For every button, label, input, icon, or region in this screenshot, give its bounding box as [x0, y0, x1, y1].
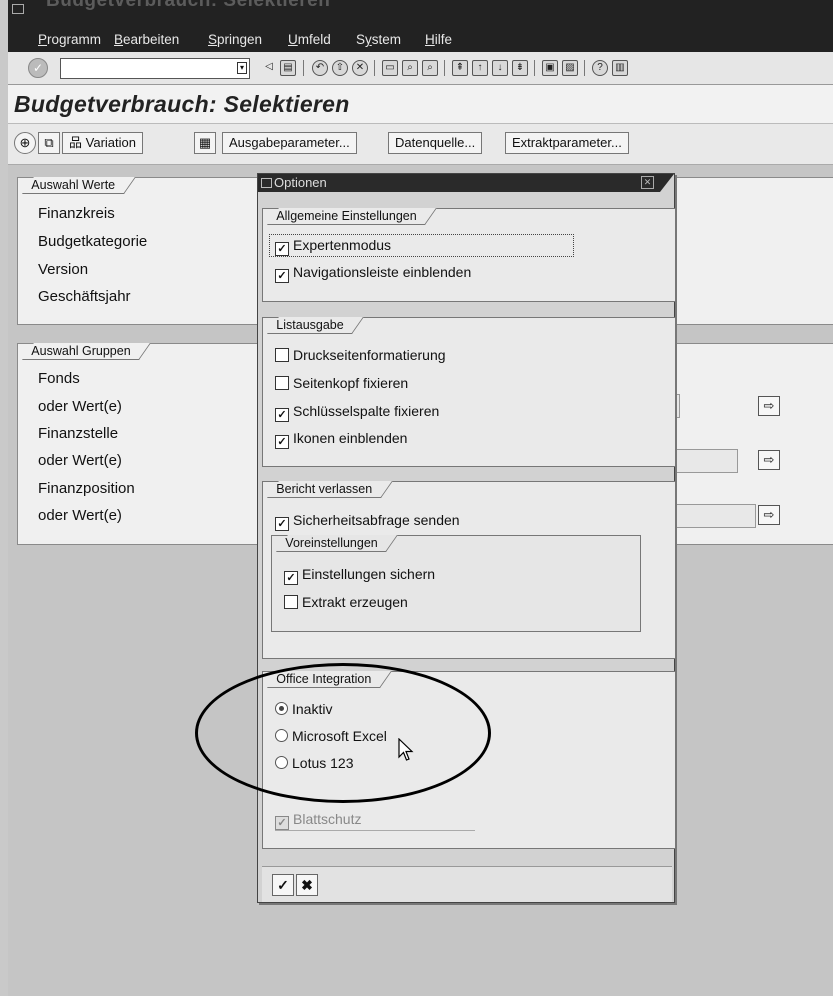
- menu-system[interactable]: System: [356, 32, 401, 47]
- datenquelle-button[interactable]: Datenquelle...: [388, 132, 483, 154]
- toolbar-separator: [534, 60, 535, 76]
- multiple-selection-arrow-icon[interactable]: ⇨: [758, 396, 780, 416]
- hierarchy-icon: 品: [69, 135, 83, 150]
- menu-programm[interactable]: Programm: [38, 32, 101, 47]
- listausgabe-group: Listausgabe Druckseitenformatierung Seit…: [262, 317, 676, 467]
- first-page-icon[interactable]: ⇞: [452, 60, 468, 76]
- fonds-wert-label: oder Wert(e): [38, 398, 122, 415]
- finanzstelle-label: Finanzstelle: [38, 425, 119, 442]
- save-icon[interactable]: ▤: [280, 60, 296, 76]
- checkbox-checked-icon: ✓: [275, 816, 289, 830]
- group-title: Auswahl Gruppen: [22, 343, 152, 360]
- print-icon[interactable]: ▭: [382, 60, 398, 76]
- command-history-icon[interactable]: ▾: [237, 62, 247, 74]
- finanzstelle-wert-label: oder Wert(e): [38, 452, 122, 469]
- einstellungen-sichern-checkbox[interactable]: ✓ Einstellungen sichern: [284, 566, 435, 585]
- checkbox-checked-icon: ✓: [284, 571, 298, 585]
- menu-bar: Programm Bearbeiten Springen Umfeld Syst…: [8, 27, 833, 52]
- new-session-icon[interactable]: ▣: [542, 60, 558, 76]
- dialog-titlebar: Optionen ✕: [258, 174, 674, 192]
- command-field[interactable]: ▾: [60, 58, 250, 79]
- standard-toolbar: ✓ ▾ ◁ ▤ ↶ ⇧ ✕ ▭ ⌕ ⌕ ⇞ ↑ ↓ ⇟ ▣ ▨ ? ▥: [8, 52, 833, 85]
- blattschutz-checkbox: ✓ Blattschutz: [275, 811, 475, 831]
- extraktparameter-button[interactable]: Extraktparameter...: [505, 132, 629, 154]
- toolbar-separator: [374, 60, 375, 76]
- last-page-icon[interactable]: ⇟: [512, 60, 528, 76]
- geschaeftsjahr-label: Geschäftsjahr: [38, 288, 131, 305]
- finanzposition-wert-label: oder Wert(e): [38, 507, 122, 524]
- multiple-selection-arrow-icon[interactable]: ⇨: [758, 450, 780, 470]
- exit-icon[interactable]: ⇧: [332, 60, 348, 76]
- cancel-x-icon[interactable]: ✖: [296, 874, 318, 896]
- voreinstellungen-group: Voreinstellungen ✓ Einstellungen sichern …: [271, 535, 641, 632]
- find-icon[interactable]: ⌕: [402, 60, 418, 76]
- allgemeine-einstellungen-group: Allgemeine Einstellungen ✓ Expertenmodus …: [262, 208, 676, 302]
- close-icon[interactable]: ✕: [641, 176, 654, 189]
- confirm-check-icon[interactable]: ✓: [272, 874, 294, 896]
- layout-menu-icon[interactable]: ▥: [612, 60, 628, 76]
- calculator-icon[interactable]: ▦: [194, 132, 216, 154]
- ikonen-einblenden-checkbox[interactable]: ✓ Ikonen einblenden: [275, 430, 407, 449]
- checkbox-checked-icon: ✓: [275, 435, 289, 449]
- find-next-icon[interactable]: ⌕: [422, 60, 438, 76]
- mouse-cursor-icon: [398, 738, 414, 761]
- title-area: Budgetverbrauch: Selektieren: [8, 85, 833, 124]
- finanzposition-wert-field[interactable]: [668, 504, 756, 528]
- enter-icon[interactable]: ✓: [28, 58, 48, 78]
- dialog-footer: ✓ ✖: [262, 866, 672, 902]
- toolbar-separator: [584, 60, 585, 76]
- multiple-selection-arrow-icon[interactable]: ⇨: [758, 505, 780, 525]
- sicherheitsabfrage-checkbox[interactable]: ✓ Sicherheitsabfrage senden: [275, 512, 460, 531]
- checkbox-checked-icon: ✓: [275, 517, 289, 531]
- bericht-verlassen-group: Bericht verlassen ✓ Sicherheitsabfrage se…: [262, 481, 676, 659]
- checkbox-checked-icon: ✓: [275, 242, 289, 256]
- copy-icon[interactable]: ⧉: [38, 132, 60, 154]
- dialog-title: Optionen: [274, 175, 327, 190]
- annotation-ellipse: [195, 663, 491, 803]
- finanzposition-label: Finanzposition: [38, 480, 135, 497]
- schluesselspalte-fixieren-checkbox[interactable]: ✓ Schlüsselspalte fixieren: [275, 403, 439, 422]
- help-icon[interactable]: ?: [592, 60, 608, 76]
- page-title: Budgetverbrauch: Selektieren: [14, 91, 350, 117]
- next-page-icon[interactable]: ↓: [492, 60, 508, 76]
- checkbox-checked-icon: ✓: [275, 269, 289, 283]
- version-label: Version: [38, 261, 89, 278]
- window-icon[interactable]: [12, 4, 24, 14]
- dialog-icon: [261, 178, 272, 188]
- window-title: Budgetverbrauch: Selektieren: [46, 0, 331, 11]
- previous-page-icon[interactable]: ↑: [472, 60, 488, 76]
- druckseitenformatierung-checkbox[interactable]: Druckseitenformatierung: [275, 347, 446, 363]
- seitenkopf-fixieren-checkbox[interactable]: Seitenkopf fixieren: [275, 375, 408, 391]
- shortcut-icon[interactable]: ▨: [562, 60, 578, 76]
- extrakt-erzeugen-checkbox[interactable]: Extrakt erzeugen: [284, 594, 408, 610]
- toolbar-separator: [444, 60, 445, 76]
- application-toolbar: ⊕ ⧉ 品 Variation ▦ Ausgabeparameter... Da…: [8, 124, 833, 165]
- back-icon[interactable]: ↶: [312, 60, 328, 76]
- expertenmodus-checkbox[interactable]: ✓ Expertenmodus: [275, 237, 391, 256]
- execute-icon[interactable]: ⊕: [14, 132, 36, 154]
- cancel-icon[interactable]: ✕: [352, 60, 368, 76]
- group-title: Voreinstellungen: [276, 535, 399, 552]
- fonds-label: Fonds: [38, 370, 80, 387]
- menu-umfeld[interactable]: Umfeld: [288, 32, 331, 47]
- menu-hilfe[interactable]: Hilfe: [425, 32, 452, 47]
- group-title: Bericht verlassen: [267, 481, 393, 498]
- ausgabeparameter-button[interactable]: Ausgabeparameter...: [222, 132, 357, 154]
- checkbox-checked-icon: ✓: [275, 408, 289, 422]
- finanzkreis-label: Finanzkreis: [38, 205, 115, 222]
- finanzstelle-wert-field[interactable]: [668, 449, 738, 473]
- toolbar-separator: [303, 60, 304, 76]
- menu-bearbeiten[interactable]: Bearbeiten: [114, 32, 179, 47]
- window-titlebar: Budgetverbrauch: Selektieren: [8, 0, 833, 27]
- menu-springen[interactable]: Springen: [208, 32, 262, 47]
- back-arrow-icon[interactable]: ◁: [262, 60, 276, 74]
- variation-button[interactable]: 品 Variation: [62, 132, 143, 154]
- group-title: Auswahl Werte: [22, 177, 136, 194]
- group-title: Allgemeine Einstellungen: [267, 208, 438, 225]
- group-title: Listausgabe: [267, 317, 365, 334]
- navigationsleiste-checkbox[interactable]: ✓ Navigationsleiste einblenden: [275, 264, 471, 283]
- budgetkategorie-label: Budgetkategorie: [38, 233, 148, 250]
